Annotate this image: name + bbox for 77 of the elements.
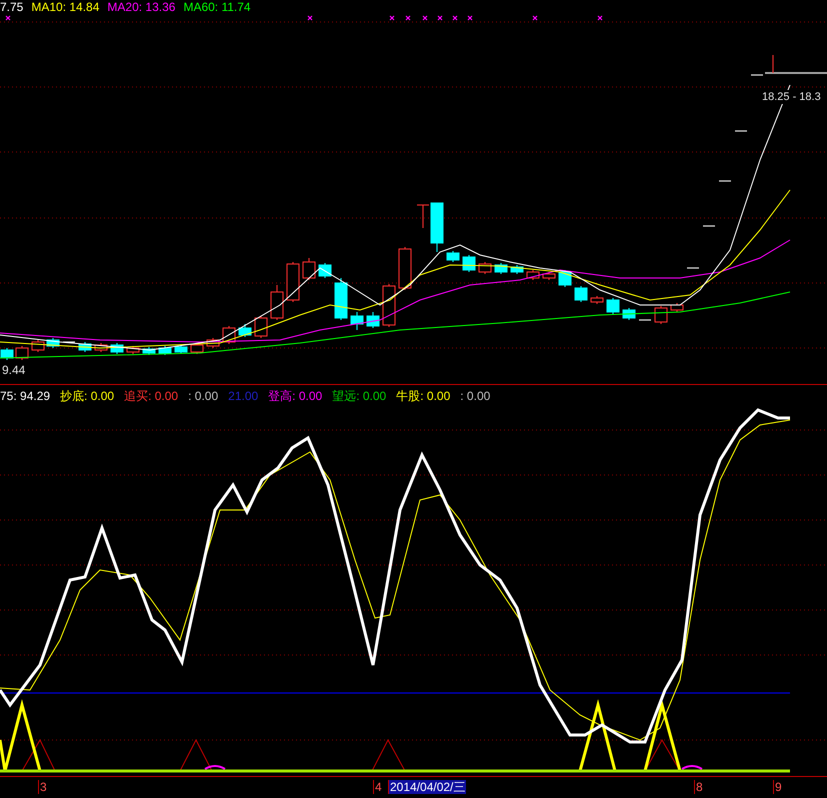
indicator-value: 登高: 0.00	[268, 388, 322, 402]
candle	[126, 346, 140, 354]
candle	[142, 346, 156, 356]
axis-label: 3	[38, 780, 48, 794]
axis-label: 4	[373, 780, 383, 794]
legend-value: MA60: 11.74	[183, 0, 251, 14]
candle	[94, 342, 108, 352]
candle	[32, 340, 44, 352]
signal-marker	[422, 16, 428, 20]
legend-value: 7.75	[0, 0, 24, 14]
legend-value: MA10: 14.84	[31, 0, 100, 14]
signal-bump	[204, 765, 226, 770]
indicator-value: : 0.00	[460, 388, 490, 402]
candle	[446, 250, 460, 262]
signal-spike	[372, 738, 406, 772]
indicator-value: 抄底: 0.00	[60, 388, 114, 402]
candle	[0, 348, 14, 360]
candle	[238, 324, 252, 338]
signal-marker	[452, 16, 458, 20]
candle	[510, 264, 524, 274]
candle	[158, 346, 172, 356]
low-price-label: 9.44	[2, 363, 26, 377]
signal-spike	[180, 738, 212, 772]
price-tick	[750, 74, 764, 76]
candle	[174, 344, 188, 354]
candle	[462, 254, 476, 272]
candle	[190, 342, 204, 354]
candle	[46, 338, 60, 348]
candle	[558, 270, 572, 288]
price-tick	[734, 130, 748, 132]
signal-marker	[6, 16, 10, 20]
signal-bump	[682, 765, 702, 770]
legend-value: MA20: 13.36	[107, 0, 176, 14]
signal-marker	[468, 16, 472, 20]
signal-marker	[390, 16, 394, 20]
candle	[398, 246, 412, 290]
indicator-value: 75: 94.29	[0, 388, 50, 402]
candle	[606, 298, 620, 314]
candle	[670, 302, 684, 312]
axis-label: 8	[694, 780, 704, 794]
candle	[654, 306, 668, 324]
candle	[302, 258, 316, 280]
price-range-label: 18.25 - 18.3	[762, 90, 821, 104]
candle	[478, 262, 492, 274]
signal-marker	[308, 16, 312, 20]
candle	[78, 342, 92, 352]
candle	[622, 308, 636, 320]
candle	[494, 262, 508, 274]
candle	[286, 262, 300, 302]
axis-label: 9	[773, 780, 783, 794]
candle	[334, 278, 348, 320]
signal-marker	[438, 16, 442, 20]
candle	[366, 312, 380, 328]
candle	[16, 346, 28, 360]
price-marker-line	[772, 54, 774, 74]
price-level-line	[765, 72, 827, 74]
candle	[526, 270, 540, 280]
candle	[318, 262, 332, 278]
signal-marker	[406, 16, 410, 20]
candle	[110, 342, 124, 354]
candle	[270, 284, 284, 320]
signal-marker	[532, 16, 538, 20]
axis-label: 2014/04/02/三	[388, 780, 466, 794]
candle	[590, 296, 604, 304]
candle	[206, 338, 220, 348]
indicator-value: 追买: 0.00	[124, 388, 178, 402]
signal-marker	[598, 16, 602, 20]
indicator-value: 望远: 0.00	[332, 388, 386, 402]
candle	[254, 316, 268, 338]
indicator-value: 牛股: 0.00	[396, 388, 450, 402]
price-tick	[718, 180, 732, 182]
indicator-value: 21.00	[228, 388, 258, 402]
candle	[382, 284, 396, 328]
indicator-value: : 0.00	[188, 388, 218, 402]
candle	[542, 272, 556, 280]
candle	[350, 312, 364, 330]
candle	[574, 286, 588, 302]
